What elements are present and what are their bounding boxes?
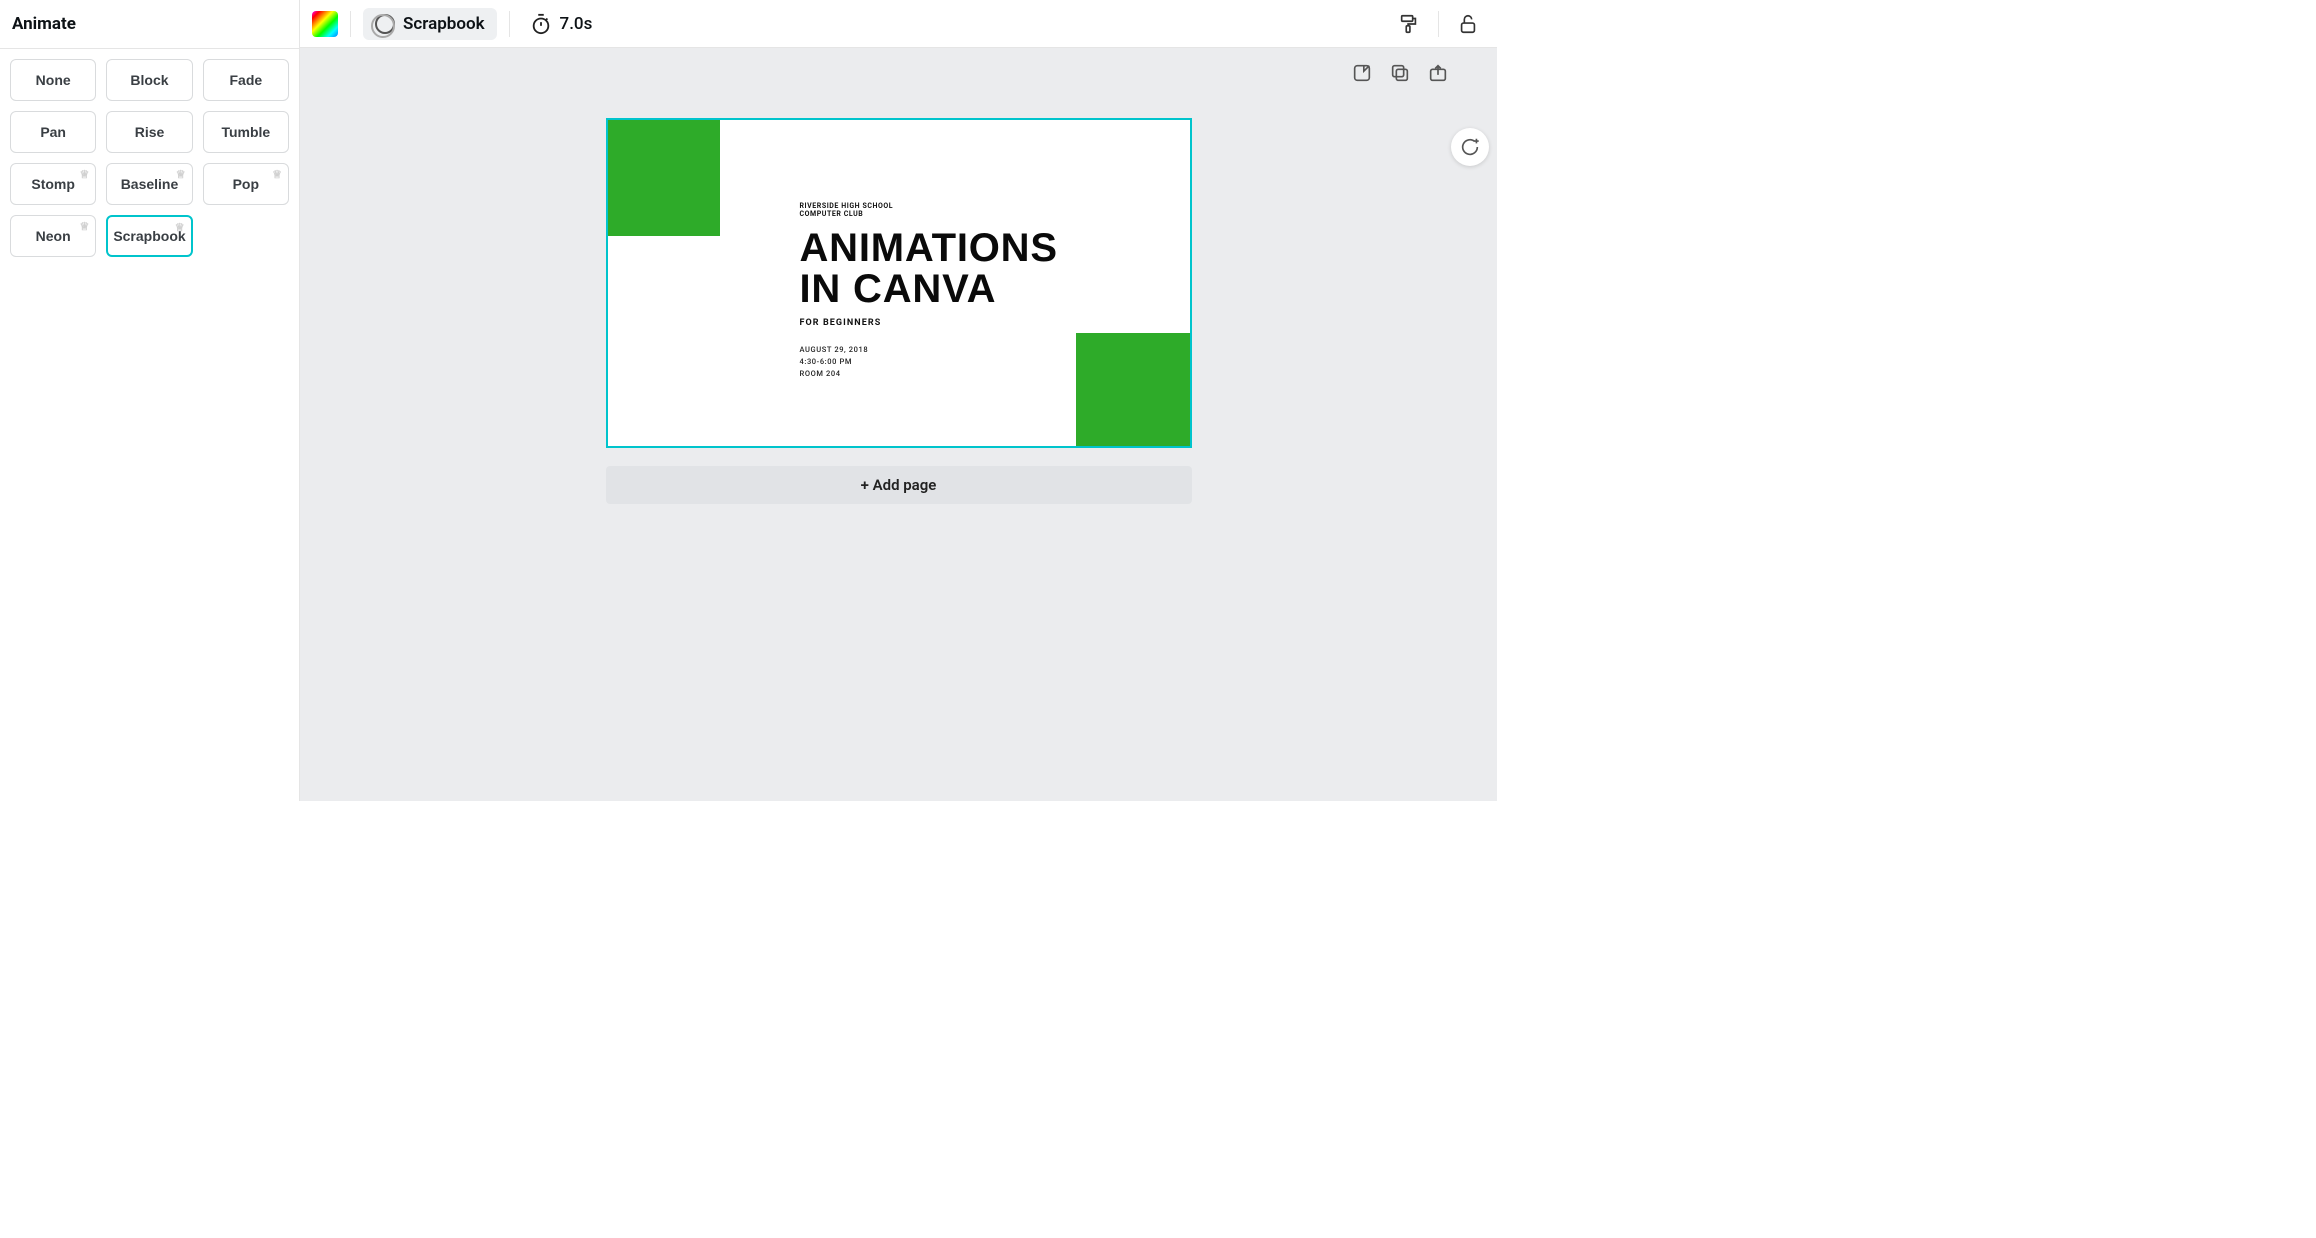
animation-icon	[375, 14, 395, 34]
sidebar-title: Animate	[12, 14, 287, 34]
green-square-top-left[interactable]	[608, 120, 720, 236]
duration-value: 7.0s	[560, 14, 593, 34]
crown-icon: ♕	[79, 220, 89, 233]
toolbar-separator	[1438, 11, 1439, 37]
crown-icon: ♕	[175, 221, 185, 234]
toolbar-separator	[509, 11, 510, 37]
animation-option-fade[interactable]: Fade	[203, 59, 289, 101]
toolbar-separator	[350, 11, 351, 37]
animation-option-pop[interactable]: ♕Pop	[203, 163, 289, 205]
animation-option-neon[interactable]: ♕Neon	[10, 215, 96, 257]
animation-option-scrapbook[interactable]: ♕Scrapbook	[106, 215, 192, 257]
green-square-bottom-right[interactable]	[1076, 333, 1190, 446]
paint-roller-icon	[1398, 13, 1420, 35]
lock-button[interactable]	[1451, 7, 1485, 41]
animation-option-pan[interactable]: Pan	[10, 111, 96, 153]
notes-icon[interactable]	[1351, 62, 1373, 84]
slide-page[interactable]: RIVERSIDE HIGH SCHOOLCOMPUTER CLUB ANIMA…	[606, 118, 1192, 448]
duration-control[interactable]: 7.0s	[522, 9, 601, 39]
slide-container: RIVERSIDE HIGH SCHOOLCOMPUTER CLUB ANIMA…	[606, 118, 1192, 504]
slide-org-name: RIVERSIDE HIGH SCHOOLCOMPUTER CLUB	[800, 202, 1058, 218]
animation-option-stomp[interactable]: ♕Stomp	[10, 163, 96, 205]
animation-option-rise[interactable]: Rise	[106, 111, 192, 153]
animation-dropdown-label: Scrapbook	[403, 14, 485, 34]
duplicate-page-icon[interactable]	[1389, 62, 1411, 84]
slide-subtitle: FOR BEGINNERS	[800, 318, 1058, 328]
animation-options-grid: None Block Fade Pan Rise Tumble ♕Stomp ♕…	[0, 49, 299, 267]
animation-option-none[interactable]: None	[10, 59, 96, 101]
page-actions	[1351, 62, 1449, 84]
slide-text-block[interactable]: RIVERSIDE HIGH SCHOOLCOMPUTER CLUB ANIMA…	[800, 202, 1058, 380]
comment-add-icon	[1459, 136, 1481, 158]
crown-icon: ♕	[176, 168, 186, 181]
animation-dropdown[interactable]: Scrapbook	[363, 8, 497, 40]
background-color-picker[interactable]	[312, 11, 338, 37]
animation-option-block[interactable]: Block	[106, 59, 192, 101]
slide-title: ANIMATIONSIN CANVA	[800, 228, 1058, 310]
add-page-button[interactable]: + Add page	[606, 466, 1192, 504]
upload-page-icon[interactable]	[1427, 62, 1449, 84]
animate-sidebar: Animate None Block Fade Pan Rise Tumble …	[0, 0, 300, 801]
crown-icon: ♕	[272, 168, 282, 181]
slide-details: AUGUST 29, 20184:30-6:00 PMROOM 204	[800, 344, 1058, 380]
animation-option-tumble[interactable]: Tumble	[203, 111, 289, 153]
unlock-icon	[1457, 13, 1479, 35]
animation-option-baseline[interactable]: ♕Baseline	[106, 163, 192, 205]
crown-icon: ♕	[79, 168, 89, 181]
main-area: Scrapbook 7.0s	[300, 0, 1497, 801]
canvas-area[interactable]: RIVERSIDE HIGH SCHOOLCOMPUTER CLUB ANIMA…	[300, 48, 1497, 801]
copy-style-button[interactable]	[1392, 7, 1426, 41]
top-toolbar: Scrapbook 7.0s	[300, 0, 1497, 48]
comment-button[interactable]	[1451, 128, 1489, 166]
sidebar-header: Animate	[0, 0, 299, 49]
stopwatch-icon	[530, 13, 552, 35]
